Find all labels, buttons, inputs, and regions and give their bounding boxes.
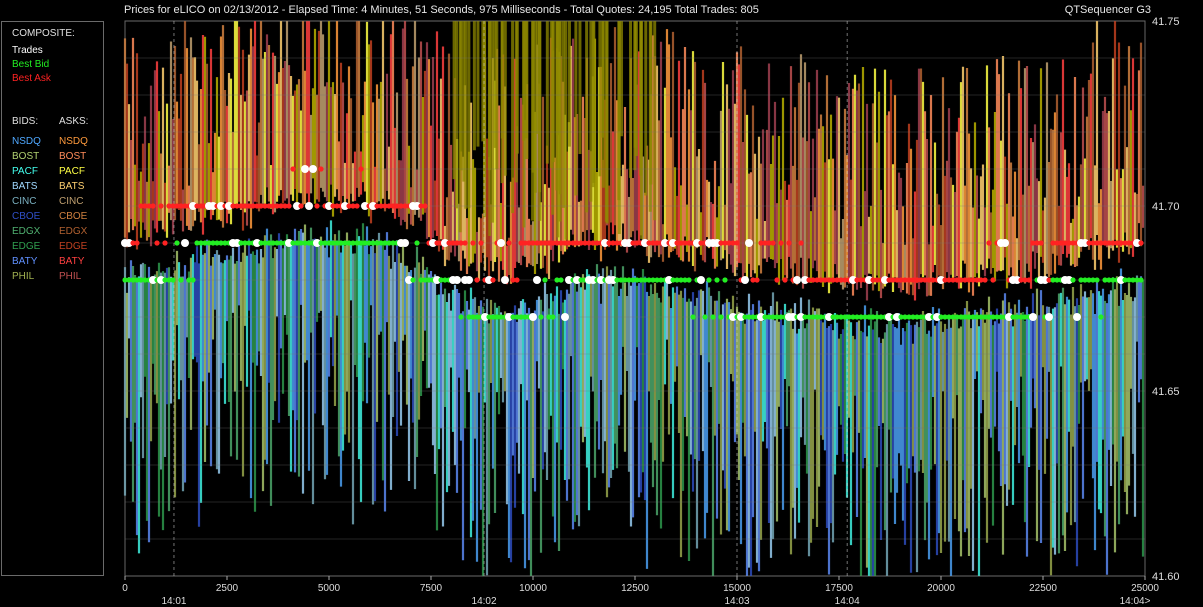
best-ask-dot (786, 240, 792, 246)
best-bid-dot (722, 277, 728, 283)
best-ask-dot (1038, 240, 1044, 246)
best-bid-dot (542, 277, 548, 283)
price-chart: 41.60 41.65 41.70 41.75 0 2500 5000 7500 10000 12… (121, 16, 1180, 607)
trade-dot (1045, 313, 1053, 321)
time-label: 14:04> (1120, 596, 1151, 607)
best-ask-dot (490, 277, 496, 283)
x-tick-label: 22500 (1029, 583, 1057, 594)
best-ask-dot (734, 240, 740, 246)
x-tick-label: 2500 (216, 583, 239, 594)
best-ask-dot (150, 203, 156, 209)
trade-dot (697, 276, 705, 284)
best-ask-dot (158, 203, 164, 209)
trade-dot (497, 239, 505, 247)
best-ask-dot (354, 203, 360, 209)
x-tick-label: 0 (122, 583, 128, 594)
best-ask-dot (422, 203, 428, 209)
best-ask-dot (514, 277, 520, 283)
trade-dot (309, 165, 317, 173)
best-bid-dot (190, 277, 196, 283)
best-ask-dot (318, 166, 324, 172)
trade-dot (741, 276, 749, 284)
best-bid-dot (1098, 314, 1104, 320)
best-bid-dot (710, 314, 716, 320)
best-ask-dot (162, 240, 168, 246)
y-tick-label: 41.65 (1152, 386, 1180, 398)
best-ask-dot (154, 240, 160, 246)
x-tick-label: 12500 (621, 583, 649, 594)
x-tick-label: 17500 (825, 583, 853, 594)
trade-dot (501, 276, 509, 284)
trade-dot (529, 313, 537, 321)
best-bid-dot (550, 314, 556, 320)
best-bid-dot (538, 314, 544, 320)
best-ask-dot (782, 277, 788, 283)
x-tick-label: 25000 (1131, 583, 1159, 594)
best-bid-dot (702, 314, 708, 320)
trade-dot (1073, 313, 1081, 321)
best-bid-dot (1138, 277, 1144, 283)
best-ask-dot (134, 240, 140, 246)
time-label: 14:04 (835, 596, 860, 607)
best-ask-dot (754, 277, 760, 283)
trade-dot (401, 239, 409, 247)
trade-dot (745, 239, 753, 247)
best-ask-dot (358, 166, 364, 172)
time-label: 14:02 (472, 596, 497, 607)
trade-dot (305, 202, 313, 210)
x-tick-label: 15000 (723, 583, 751, 594)
x-tick-label: 5000 (318, 583, 341, 594)
best-ask-dot (774, 277, 780, 283)
best-bid-dot (686, 277, 692, 283)
best-ask-dot (1138, 240, 1144, 246)
trade-dot (793, 276, 801, 284)
best-ask-dot (462, 240, 468, 246)
best-ask-dot (986, 240, 992, 246)
best-bid-dot (170, 277, 176, 283)
best-ask-dot (286, 203, 292, 209)
best-ask-dot (298, 203, 304, 209)
best-ask-dot (990, 277, 996, 283)
best-bid-dot (558, 277, 564, 283)
best-bid-dot (410, 277, 416, 283)
best-bid-dot (714, 277, 720, 283)
best-bid-dot (1070, 277, 1076, 283)
trade-dot (1001, 239, 1009, 247)
time-label: 14:01 (161, 596, 186, 607)
best-ask-dot (470, 240, 476, 246)
x-tick-label: 20000 (927, 583, 955, 594)
trade-dot (453, 276, 461, 284)
best-bid-dot (178, 277, 184, 283)
best-bid-dot (1094, 277, 1100, 283)
time-label: 14:03 (724, 596, 749, 607)
trade-dot (465, 276, 473, 284)
y-tick-label: 41.60 (1152, 571, 1180, 583)
trade-dot (181, 239, 189, 247)
best-ask-dot (770, 240, 776, 246)
best-bid-dot (458, 314, 464, 320)
x-tick-label: 10000 (519, 583, 547, 594)
trade-dot (561, 313, 569, 321)
best-ask-dot (290, 166, 296, 172)
best-ask-dot (474, 277, 480, 283)
trade-dot (533, 276, 541, 284)
x-tick-label: 7500 (420, 583, 443, 594)
best-ask-dot (982, 277, 988, 283)
best-bid-dot (690, 314, 696, 320)
trade-dot (301, 165, 309, 173)
best-bid-dot (174, 240, 180, 246)
best-ask-dot (798, 240, 804, 246)
y-tick-label: 41.75 (1152, 16, 1180, 28)
best-bid-dot (718, 314, 724, 320)
best-ask-dot (506, 240, 512, 246)
y-tick-label: 41.70 (1152, 201, 1180, 213)
best-ask-dot (314, 203, 320, 209)
best-ask-dot (1026, 277, 1032, 283)
best-ask-dot (778, 240, 784, 246)
best-bid-dot (414, 240, 420, 246)
trade-dot (1029, 313, 1037, 321)
best-ask-dot (478, 240, 484, 246)
best-bid-dot (706, 277, 712, 283)
